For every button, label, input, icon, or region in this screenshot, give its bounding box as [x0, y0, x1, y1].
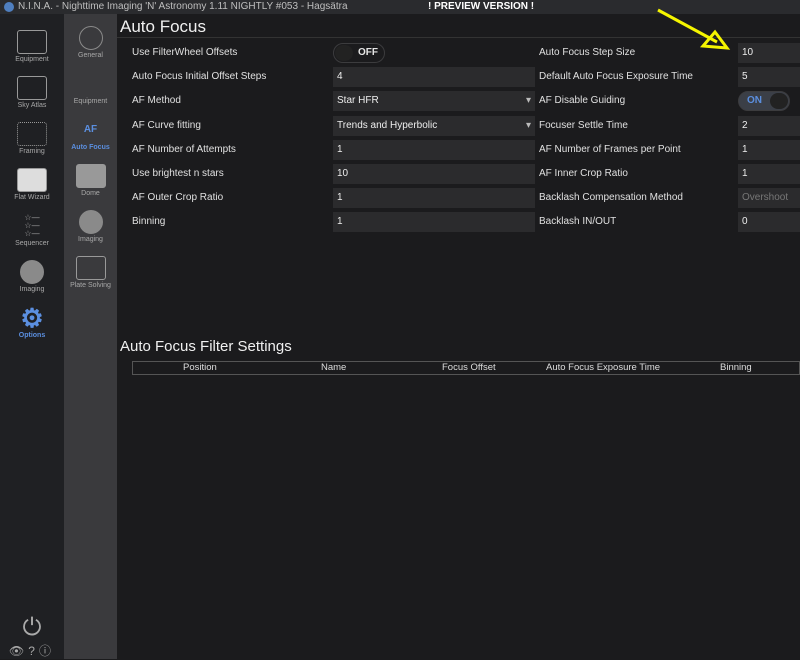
window-title: N.I.N.A. - Nighttime Imaging 'N' Astrono… [18, 1, 348, 12]
label: Options [18, 332, 46, 339]
power-icon[interactable]: ⏻ [0, 614, 64, 642]
setting-label: Backlash Compensation Method [539, 192, 683, 204]
general-icon [78, 26, 103, 50]
setting-input[interactable]: 2 [738, 115, 800, 136]
subnav-item-dome[interactable]: Dome [64, 164, 117, 197]
subnav-item-plate-solving[interactable]: Plate Solving [64, 256, 117, 289]
label: Sequencer [15, 240, 49, 247]
gears-icon: ⚙ [20, 303, 44, 333]
equipment-icon [17, 30, 47, 54]
help-icon[interactable]: ? [28, 644, 39, 658]
af-icon: AF [83, 124, 98, 135]
subnav-item-imaging[interactable]: Imaging [64, 210, 117, 243]
label: Plate Solving [70, 282, 111, 289]
column-binning[interactable]: Binning [720, 362, 752, 374]
subnav-item-general[interactable]: General [64, 26, 117, 59]
label: Dome [81, 190, 100, 197]
setting-toggle[interactable]: ON [738, 91, 790, 112]
label: Imaging [78, 236, 103, 243]
setting-label: AF Number of Frames per Point [539, 143, 681, 155]
framing-icon [17, 122, 47, 146]
sidebar-item-flat-wizard[interactable]: Flat Wizard [0, 168, 64, 201]
setting-label: AF Inner Crop Ratio [539, 168, 628, 179]
setting-row: AF Number of Frames per Point 1 [117, 139, 800, 160]
setting-input[interactable]: 0 [738, 212, 800, 233]
column-name[interactable]: Name [321, 362, 346, 374]
setting-label: Default Auto Focus Exposure Time [539, 71, 693, 83]
label: Imaging [19, 286, 45, 293]
subnav-item-equipment[interactable]: Equipment [64, 72, 117, 105]
flat-wizard-icon [17, 168, 47, 192]
subnav-item-auto-focus[interactable]: AF Auto Focus [64, 118, 117, 151]
setting-label: Focuser Settle Time [539, 119, 628, 131]
auto-focus-page: Auto Focus Use FilterWheel Offsets OFF Aut… [117, 14, 800, 659]
setting-row: Default Auto Focus Exposure Time 5 [117, 67, 800, 88]
filter-table-header: Position Name Focus Offset Auto Focus Ex… [132, 361, 800, 375]
preview-label: ! PREVIEW VERSION ! [428, 1, 535, 12]
sidebar-item-framing[interactable]: Framing [0, 122, 64, 155]
setting-row: Backlash IN/OUT 0 [117, 212, 800, 233]
label: Auto Focus [71, 144, 110, 151]
sidebar-item-sky-atlas[interactable]: Sky Atlas [0, 76, 64, 109]
imaging-icon [20, 260, 44, 284]
setting-label: AF Disable Guiding [539, 95, 626, 107]
column-position[interactable]: Position [183, 362, 217, 374]
sidebar-item-options[interactable]: ⚙ Options [0, 303, 64, 339]
imaging-icon [78, 210, 103, 234]
label: Sky Atlas [17, 102, 47, 109]
label: Flat Wizard [14, 194, 50, 201]
eye-icon[interactable]: 👁 [9, 644, 28, 658]
app-logo-icon [4, 2, 14, 12]
telescope-icon [76, 72, 106, 96]
setting-input[interactable]: 5 [738, 67, 800, 88]
setting-input[interactable]: 10 [738, 43, 800, 63]
toggle-state: ON [747, 95, 762, 107]
plate-solving-icon [75, 256, 106, 280]
sky-atlas-icon [17, 76, 47, 100]
annotation-arrow-icon [657, 8, 731, 50]
sidebar-item-equipment[interactable]: Equipment [0, 30, 64, 63]
sidebar-item-sequencer[interactable]: ☆— ☆— ☆— Sequencer [0, 213, 64, 248]
main-sidebar: Equipment Sky Atlas Framing Flat Wizard … [0, 14, 64, 659]
setting-label: Backlash IN/OUT [539, 216, 617, 228]
label: Equipment [73, 98, 108, 105]
sidebar-item-imaging[interactable]: Imaging [0, 260, 64, 293]
setting-input[interactable]: 1 [738, 164, 800, 184]
dome-icon [75, 164, 106, 188]
options-subnav: General Equipment AF Auto Focus Dome Imag… [64, 14, 117, 659]
toggle-knob [770, 93, 788, 110]
sequencer-icon: ☆— ☆— ☆— [24, 213, 40, 238]
setting-row: AF Inner Crop Ratio 1 [117, 164, 800, 184]
setting-row: AF Disable Guiding ON [117, 91, 800, 112]
label: Equipment [15, 56, 49, 63]
setting-input[interactable]: 1 [738, 139, 800, 160]
setting-row: Backlash Compensation Method Overshoot [117, 188, 800, 209]
setting-input: Overshoot [738, 188, 800, 209]
setting-row: Focuser Settle Time 2 [117, 115, 800, 136]
info-icon[interactable]: ⓘ [39, 644, 55, 658]
label: Framing [19, 148, 45, 155]
filter-settings-title: Auto Focus Filter Settings [120, 338, 292, 355]
column-focus-offset[interactable]: Focus Offset [442, 362, 496, 374]
column-af-exposure-time[interactable]: Auto Focus Exposure Time [546, 362, 660, 374]
bottom-icons: ⏻ 👁?ⓘ [0, 614, 64, 660]
setting-label: Auto Focus Step Size [539, 47, 636, 58]
label: General [78, 52, 103, 59]
page-title: Auto Focus [120, 17, 206, 36]
